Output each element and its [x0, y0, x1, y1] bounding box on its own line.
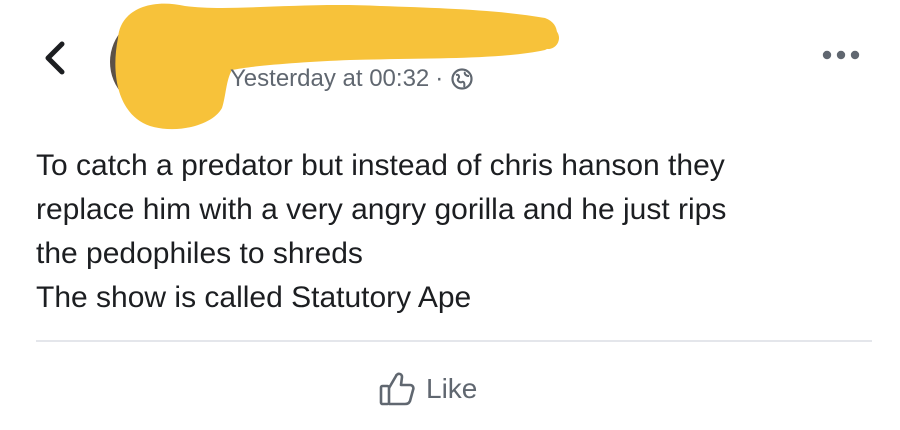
thumbs-up-icon [379, 372, 415, 406]
chevron-left-icon [45, 41, 65, 75]
globe-icon [451, 68, 473, 90]
post-line: The show is called Statutory Ape [36, 281, 472, 314]
post-meta: Yesterday at 00:32 · [230, 62, 473, 96]
post-line: the pedophiles to shreds [36, 237, 363, 270]
post-line: To catch a predator but instead of chris… [36, 149, 725, 182]
avatar[interactable] [110, 14, 206, 110]
post-card: Yesterday at 00:32 · To catch a predator… [0, 0, 900, 430]
back-button[interactable] [38, 38, 72, 78]
timestamp[interactable]: Yesterday at 00:32 [230, 65, 429, 93]
more-dots-icon [822, 50, 860, 60]
divider [36, 340, 872, 342]
meta-separator: · [435, 65, 444, 92]
post-body: To catch a predator but instead of chris… [36, 144, 866, 320]
like-button[interactable]: Like [378, 366, 477, 412]
more-options-button[interactable] [818, 44, 864, 66]
like-label: Like [426, 373, 478, 404]
post-line: replace him with a very angry gorilla an… [36, 193, 727, 226]
